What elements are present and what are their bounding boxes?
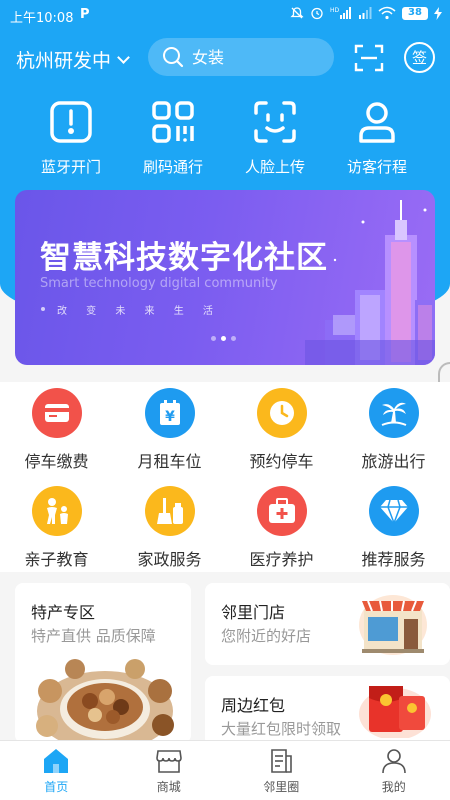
card-title: 邻里门店 (221, 603, 286, 622)
banner-title: 智慧科技数字化社区 (40, 240, 328, 276)
palm-tree-icon (368, 388, 419, 438)
wifi-icon (378, 6, 396, 20)
card-subtitle: 大量红包限时领取 (221, 720, 342, 738)
visitor-icon (359, 102, 395, 143)
community-selector[interactable]: 杭州研发中 (16, 46, 130, 73)
search-icon (163, 47, 184, 68)
pagination-dot[interactable] (231, 336, 236, 341)
signal-icon (359, 7, 372, 19)
nav-neighborhood[interactable]: 邻里圈 (225, 741, 338, 800)
quick-action-qr-pass[interactable]: 刷码通行 (122, 100, 224, 180)
nav-label: 我的 (381, 780, 406, 794)
specialty-card[interactable]: 特产专区 特产直供 品质保障 (15, 583, 191, 743)
search-input[interactable] (192, 47, 322, 67)
card-title: 周边红包 (221, 696, 286, 715)
service-parent-education[interactable]: 亲子教育 (0, 486, 113, 570)
scan-icon[interactable] (354, 44, 384, 72)
card-subtitle: 特产直供 品质保障 (31, 627, 156, 645)
sign-in-label: 签 (411, 49, 427, 67)
svg-text:¥: ¥ (165, 409, 175, 425)
quick-action-face-upload[interactable]: 人脸上传 (224, 100, 326, 180)
quick-action-label: 人脸上传 (244, 158, 305, 176)
service-label: 家政服务 (137, 550, 202, 569)
nav-mall[interactable]: 商城 (113, 741, 226, 800)
search-bar[interactable] (148, 38, 334, 76)
battery-indicator: 38 (402, 6, 428, 20)
red-envelope-image (359, 686, 431, 738)
parent-child-icon (31, 486, 82, 536)
quick-action-label: 访客行程 (346, 158, 407, 176)
city-illustration (305, 200, 435, 365)
service-label: 停车缴费 (24, 452, 89, 471)
svg-text:HD: HD (330, 7, 340, 14)
nav-label: 邻里圈 (263, 780, 300, 794)
pagination-dot-active[interactable] (221, 336, 226, 341)
quick-action-bluetooth-door[interactable]: 蓝牙开门 (20, 100, 122, 180)
neighborhood-store-card[interactable]: 邻里门店 您附近的好店 (205, 583, 450, 665)
chevron-down-icon (117, 50, 130, 64)
status-icons: HD 38 (290, 6, 442, 20)
service-parking-pay[interactable]: 停车缴费 (0, 388, 113, 472)
service-label: 预约停车 (249, 452, 314, 471)
card-subtitle: 您附近的好店 (221, 627, 312, 645)
top-bar: 杭州研发中 签 (0, 36, 450, 80)
banner-slogan: 改 变 未 来 生 活 (57, 306, 221, 317)
community-name: 杭州研发中 (16, 50, 112, 72)
diamond-icon (368, 486, 419, 536)
face-scan-icon (254, 101, 296, 143)
nav-label: 商城 (156, 780, 181, 794)
clock-icon (256, 388, 307, 438)
card-title: 特产专区 (31, 603, 96, 622)
quick-action-label: 刷码通行 (142, 158, 203, 176)
qr-pass-icon (152, 101, 194, 143)
nav-home[interactable]: 首页 (0, 741, 113, 800)
service-label: 月租车位 (137, 452, 202, 471)
signal-4g-icon: HD (330, 7, 351, 19)
bluetooth-door-icon (50, 101, 92, 143)
promo-banner[interactable]: 智慧科技数字化社区 Smart technology digital commu… (15, 190, 435, 365)
sign-in-button[interactable]: 签 (404, 42, 435, 73)
charging-icon (434, 6, 442, 20)
medical-kit-icon (256, 486, 307, 536)
status-bar: 上午10:08 P HD 38 (0, 0, 450, 30)
quick-action-visitor[interactable]: 访客行程 (326, 100, 428, 180)
bottom-navigation: 首页 商城 邻里圈 我的 (0, 740, 450, 800)
service-label: 医疗养护 (249, 550, 314, 569)
banner-subtitle: Smart technology digital community (40, 276, 278, 291)
nav-label: 首页 (44, 780, 69, 794)
status-time: 上午10:08 (10, 11, 74, 26)
quick-action-label: 蓝牙开门 (40, 158, 101, 176)
storefront-image (359, 595, 427, 655)
service-grid: 停车缴费 ¥ 月租车位 预约停车 旅游出行 亲子教育 家政服务 医疗养护 推荐服… (0, 382, 450, 572)
nav-profile[interactable]: 我的 (338, 741, 450, 800)
service-medical[interactable]: 医疗养护 (225, 486, 338, 570)
service-housekeeping[interactable]: 家政服务 (113, 486, 226, 570)
community-feed-icon (271, 749, 293, 773)
quick-actions: 蓝牙开门 刷码通行 人脸上传 访客行程 (0, 100, 450, 180)
pagination-dot[interactable] (211, 336, 216, 341)
monthly-parking-icon: ¥ (144, 388, 195, 438)
red-packet-card[interactable]: 周边红包 大量红包限时领取 (205, 676, 450, 746)
service-label: 推荐服务 (361, 550, 426, 569)
app-notification-badge: P (80, 7, 90, 22)
user-icon (381, 749, 406, 774)
service-reserve-parking[interactable]: 预约停车 (225, 388, 338, 472)
service-travel[interactable]: 旅游出行 (337, 388, 450, 472)
home-icon (44, 749, 69, 773)
service-label: 旅游出行 (361, 452, 426, 471)
service-label: 亲子教育 (24, 550, 89, 569)
service-monthly-parking[interactable]: ¥ 月租车位 (113, 388, 226, 472)
parking-pay-icon (31, 388, 82, 438)
nuts-product-image (36, 659, 174, 743)
slogan-bullet (41, 307, 45, 311)
cleaning-icon (144, 486, 195, 536)
banner-pagination (211, 336, 236, 341)
alarm-icon (311, 7, 323, 20)
service-recommended[interactable]: 推荐服务 (337, 486, 450, 570)
mute-icon (290, 7, 304, 19)
shop-icon (155, 750, 182, 773)
